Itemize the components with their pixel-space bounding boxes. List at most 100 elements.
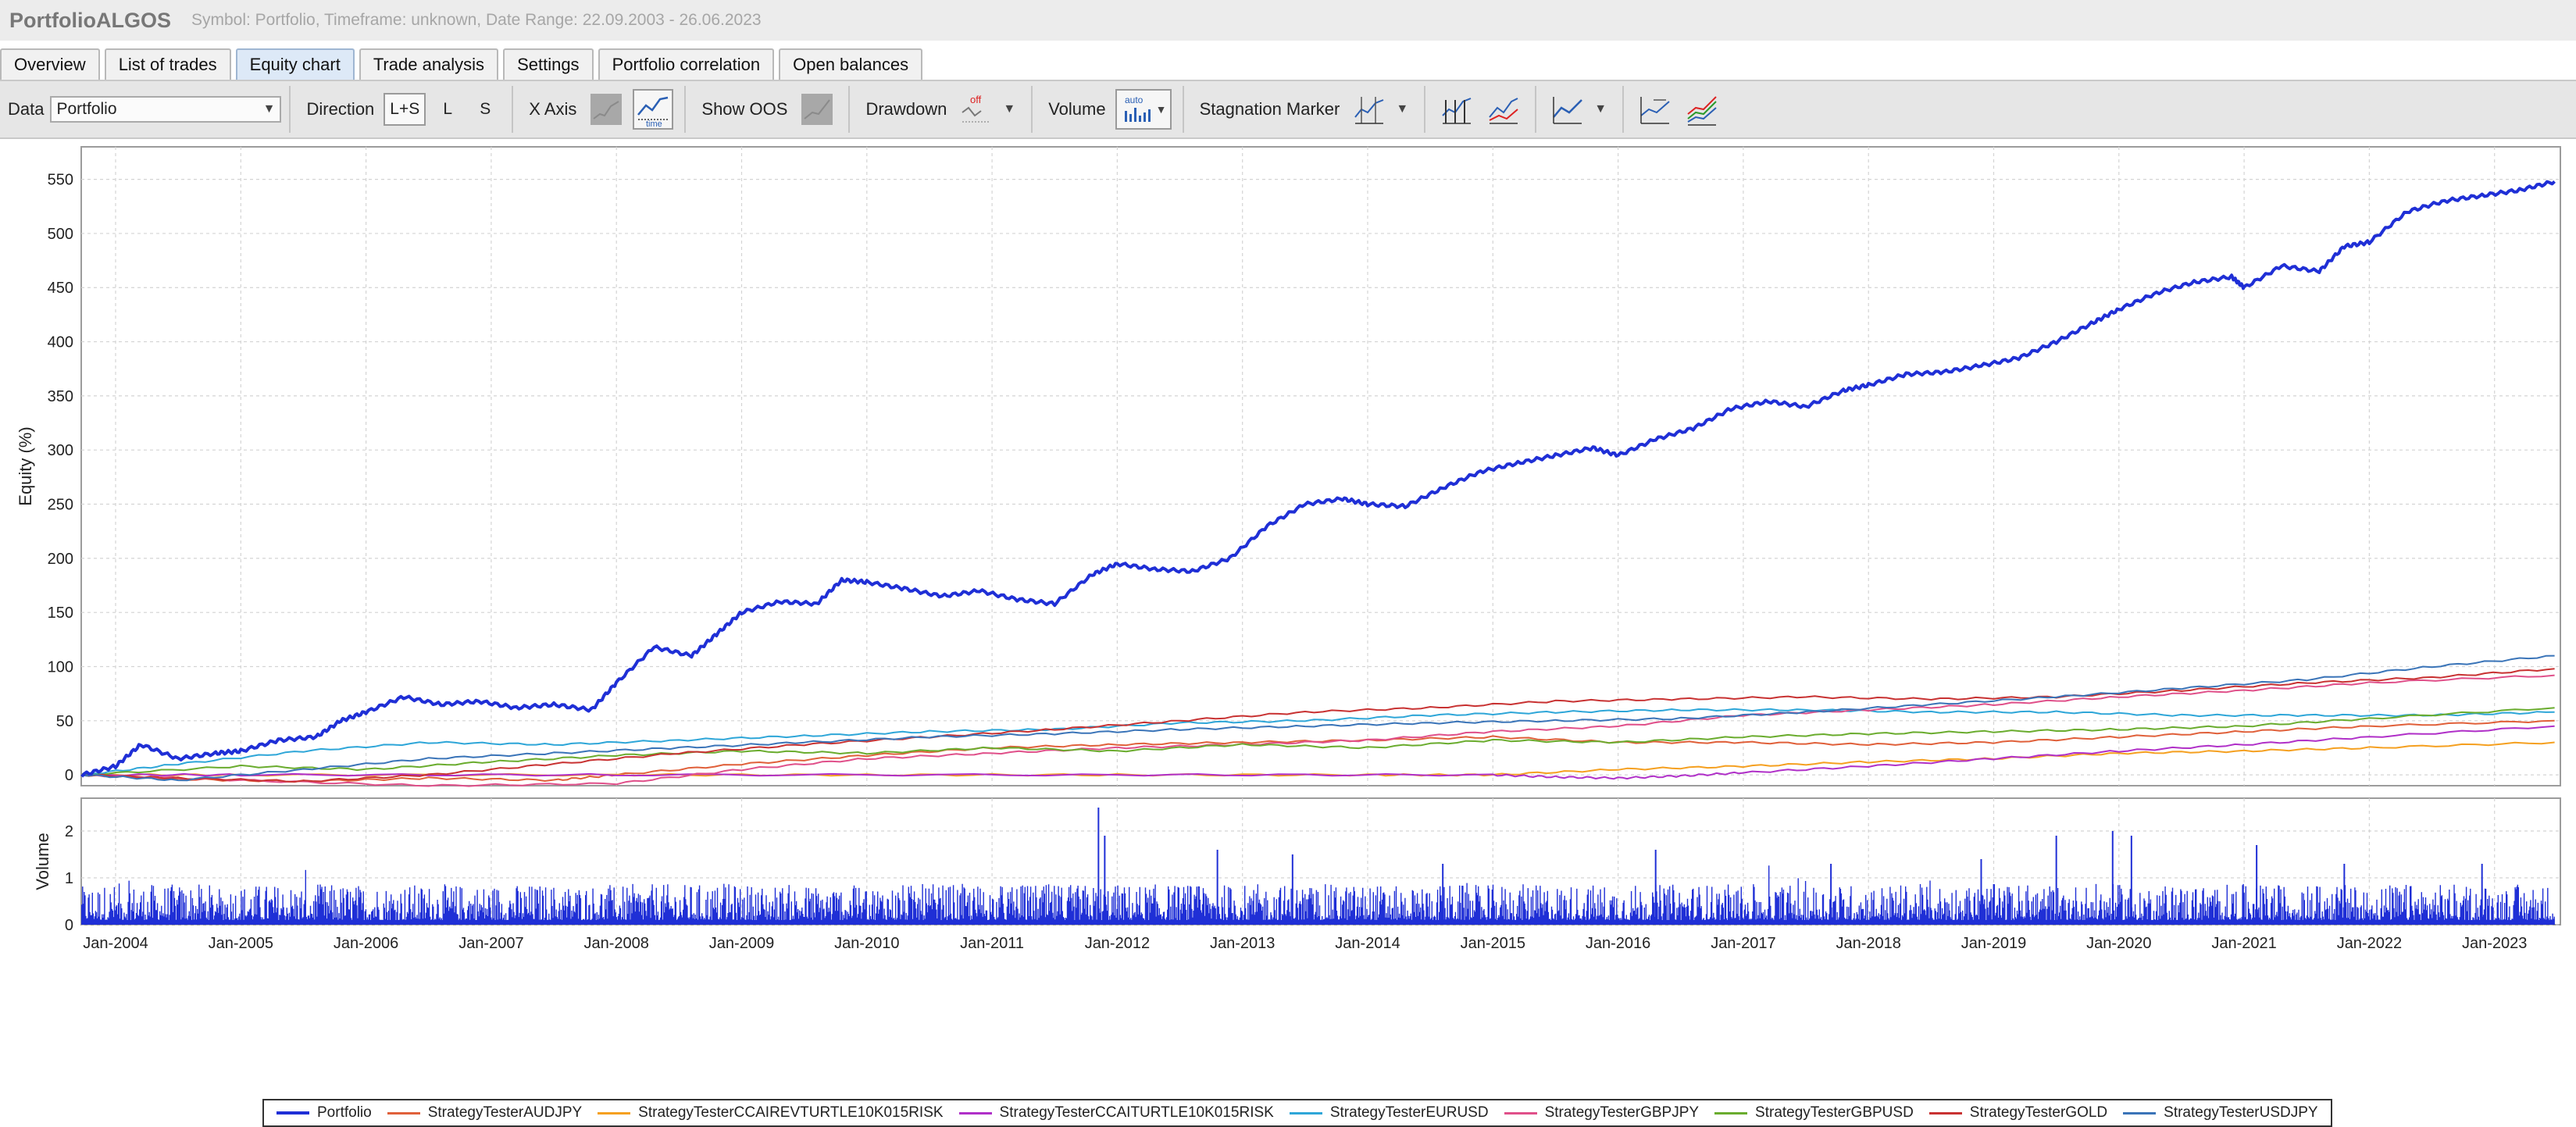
charts-area: 0 50 100 150 200 250 300 350 400 450 500 550 Equity… [0,141,2576,1127]
legend-label: StrategyTesterUSDJPY [2164,1104,2318,1121]
stagnation-marker-label: Stagnation Marker [1199,99,1340,119]
equity-y-tick-label: 100 [48,658,73,676]
x-axis-tick-labels: Jan-2004 Jan-2005 Jan-2006 Jan-2007 Jan-2008… [83,935,2527,952]
data-select-value: Portfolio [56,100,117,118]
multi-series-icon[interactable] [1682,89,1722,130]
legend-item: StrategyTesterAUDJPY [387,1104,582,1122]
direction-long-short-toggle[interactable]: L+S [384,93,426,126]
toolbar-separator [1535,86,1537,133]
x-tick-label: Jan-2004 [83,935,148,952]
legend-swatch [1928,1111,1962,1115]
equity-y-axis-label: Equity (%) [16,426,35,505]
toolbar-separator [848,86,851,133]
toolbar-separator [1622,86,1625,133]
volume-plot: 0 1 2 Volume [33,797,2561,934]
legend-label: StrategyTesterGBPJPY [1544,1104,1700,1121]
app-subtitle: Symbol: Portfolio, Timeframe: unknown, D… [191,11,762,29]
legend-label: Portfolio [317,1104,372,1121]
tab-open-balances[interactable]: Open balances [779,48,923,80]
legend-swatch [277,1111,309,1115]
line-chart-icon[interactable] [1547,89,1588,130]
x-tick-label: Jan-2015 [1461,935,1525,952]
toolbar-separator [289,86,291,133]
volume-y-tick-label: 2 [65,823,73,840]
legend-item: Portfolio [277,1104,372,1122]
app-title: PortfolioALGOS [9,8,171,32]
volume-y-ticks: 0 1 2 [65,823,73,934]
chart-legend: Portfolio StrategyTesterAUDJPY StrategyTes… [262,1099,2332,1127]
volume-y-tick-label: 0 [65,917,73,934]
x-tick-label: Jan-2006 [334,935,398,952]
volume-icon[interactable]: auto ▼ [1115,89,1172,130]
drawdown-dropdown-icon[interactable]: ▼ [1003,102,1015,116]
x-tick-label: Jan-2005 [209,935,273,952]
legend-label: StrategyTesterCCAITURTLE10K015RISK [999,1104,1274,1121]
legend-item: StrategyTesterGOLD [1928,1104,2108,1122]
time-axis-icon[interactable]: time [633,89,674,130]
x-tick-label: Jan-2021 [2211,935,2276,952]
toolbar-separator [1424,86,1426,133]
drawdown-state-text: off [970,94,982,105]
x-tick-label: Jan-2019 [1961,935,2026,952]
direction-short-toggle[interactable]: S [469,93,501,126]
x-tick-label: Jan-2016 [1586,935,1650,952]
export-chart-icon[interactable] [1635,89,1675,130]
equity-chart-svg: 0 50 100 150 200 250 300 350 400 450 500 550 Equity… [16,146,2561,952]
tab-equity-chart[interactable]: Equity chart [235,48,355,80]
legend-item: StrategyTesterEURUSD [1289,1104,1489,1122]
legend-item: StrategyTesterCCAITURTLE10K015RISK [958,1104,1274,1122]
x-tick-label: Jan-2011 [960,935,1024,952]
equity-y-tick-label: 400 [48,334,73,351]
x-tick-label: Jan-2010 [834,935,899,952]
tab-trade-analysis[interactable]: Trade analysis [359,48,499,80]
equity-y-tick-label: 350 [48,388,73,405]
stagnation-dropdown-icon[interactable]: ▼ [1396,102,1408,116]
equity-y-tick-label: 150 [48,605,73,622]
drawdown-icon[interactable]: off [956,89,997,130]
legend-item: StrategyTesterUSDJPY [2123,1104,2318,1122]
data-label: Data [8,99,45,119]
tab-list-of-trades[interactable]: List of trades [104,48,231,80]
equity-y-tick-label: 0 [65,767,73,784]
equity-plot: 0 50 100 150 200 250 300 350 400 450 500 550 Equity… [16,146,2561,787]
title-bar: PortfolioALGOS Symbol: Portfolio, Timefr… [0,0,2576,41]
legend-swatch [2123,1111,2157,1115]
stagnation-marker-icon[interactable] [1349,89,1390,130]
x-tick-label: Jan-2008 [583,935,648,952]
tab-settings[interactable]: Settings [503,48,594,80]
line-chart-dropdown-icon[interactable]: ▼ [1594,102,1607,116]
equity-compare-icon[interactable] [1483,89,1524,130]
drawdown-label: Drawdown [865,99,947,119]
legend-label: StrategyTesterGOLD [1969,1104,2108,1121]
legend-swatch [1504,1111,1537,1115]
equity-y-tick-label: 250 [48,497,73,514]
show-oos-icon[interactable] [797,89,837,130]
legend-swatch [1289,1111,1322,1115]
legend-swatch [958,1111,992,1115]
x-tick-label: Jan-2023 [2462,935,2527,952]
equity-y-tick-label: 500 [48,226,73,243]
volume-state-text: auto [1125,95,1144,105]
trades-axis-icon[interactable] [586,89,626,130]
volume-label: Volume [1048,99,1106,119]
toolbar-separator [1182,86,1184,133]
legend-swatch [1714,1111,1748,1115]
legend-label: StrategyTesterEURUSD [1329,1104,1489,1121]
direction-long-toggle[interactable]: L [432,93,463,126]
toolbar-separator [512,86,514,133]
tab-overview[interactable]: Overview [0,48,100,80]
legend-item: StrategyTesterGBPUSD [1714,1104,1914,1122]
legend-label: StrategyTesterCCAIREVTURTLE10K015RISK [638,1104,944,1121]
chart-toolbar: Data Portfolio ▼ Direction L+S L S X Axi… [0,80,2576,139]
show-oos-label: Show OOS [701,99,788,119]
equity-y-tick-label: 450 [48,280,73,297]
legend-label: StrategyTesterGBPUSD [1755,1104,1914,1121]
legend-item: StrategyTesterGBPJPY [1504,1104,1699,1122]
x-tick-label: Jan-2007 [458,935,523,952]
x-tick-label: Jan-2009 [709,935,774,952]
equity-bars-icon[interactable] [1436,89,1477,130]
data-select[interactable]: Portfolio ▼ [50,96,282,123]
tab-portfolio-correlation[interactable]: Portfolio correlation [598,48,775,80]
chevron-down-icon: ▼ [1155,103,1167,116]
equity-y-ticks: 0 50 100 150 200 250 300 350 400 450 500 550 [48,172,73,785]
